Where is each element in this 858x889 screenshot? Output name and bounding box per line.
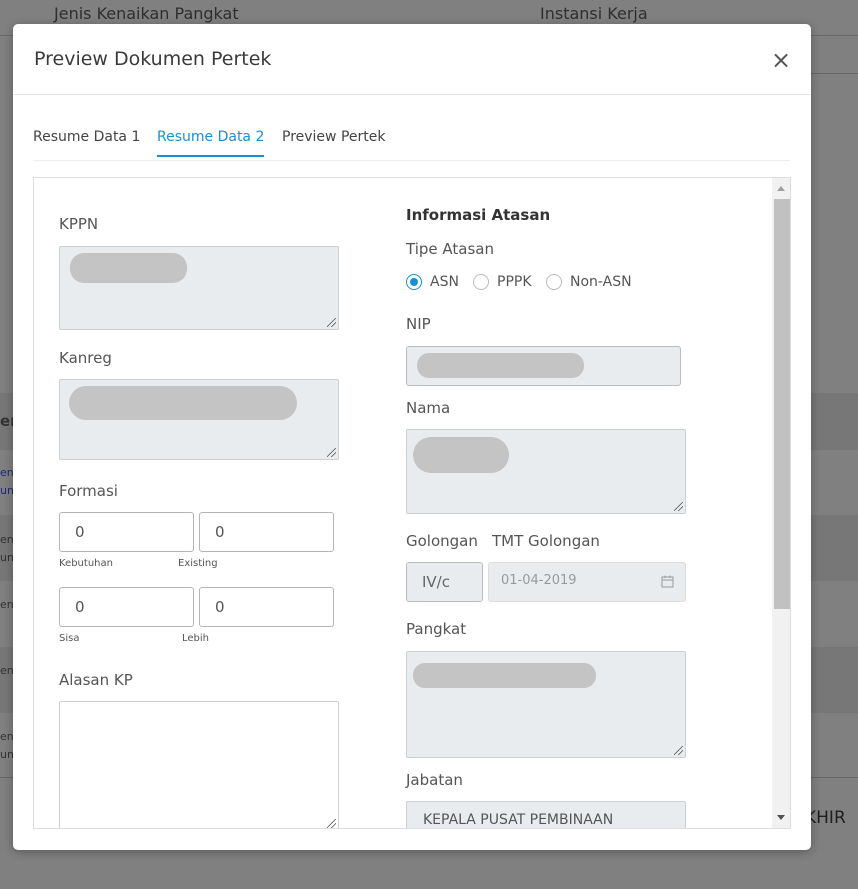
lebih-input[interactable]: 0 bbox=[199, 587, 334, 627]
informasi-atasan-heading: Informasi Atasan bbox=[406, 206, 551, 224]
scroll-down-icon[interactable] bbox=[777, 815, 785, 820]
radio-pppk-label: PPPK bbox=[497, 274, 532, 290]
nip-field[interactable] bbox=[406, 346, 681, 386]
modal-title: Preview Dokumen Pertek bbox=[34, 48, 272, 70]
kanreg-label: Kanreg bbox=[59, 349, 112, 367]
radio-non-asn-label: Non-ASN bbox=[570, 274, 632, 290]
resize-grip-icon[interactable] bbox=[327, 819, 336, 828]
modal-header: Preview Dokumen Pertek × bbox=[13, 24, 811, 95]
scroll-thumb[interactable] bbox=[774, 199, 790, 609]
background-button-fragment[interactable]: KHIR bbox=[805, 808, 846, 828]
radio-circle[interactable] bbox=[406, 274, 422, 290]
nip-label: NIP bbox=[406, 315, 431, 333]
nama-label: Nama bbox=[406, 399, 451, 417]
calendar-icon[interactable] bbox=[661, 575, 674, 588]
radio-circle[interactable] bbox=[473, 274, 489, 290]
resize-grip-icon[interactable] bbox=[327, 318, 336, 327]
content-scrollbar[interactable] bbox=[772, 178, 790, 828]
alasan-kp-label: Alasan KP bbox=[59, 671, 133, 689]
redacted-value bbox=[70, 253, 187, 283]
pangkat-label: Pangkat bbox=[406, 620, 467, 638]
radio-circle[interactable] bbox=[546, 274, 562, 290]
tmt-golongan-label: TMT Golongan bbox=[492, 532, 600, 550]
kebutuhan-input[interactable]: 0 bbox=[59, 512, 194, 552]
formasi-label: Formasi bbox=[59, 482, 118, 500]
redacted-value bbox=[69, 386, 297, 420]
redacted-value bbox=[413, 663, 596, 688]
jabatan-field[interactable]: KEPALA PUSAT PEMBINAAN bbox=[406, 801, 686, 828]
scroll-up-icon[interactable] bbox=[777, 186, 785, 191]
kebutuhan-label: Kebutuhan bbox=[59, 558, 113, 569]
redacted-value bbox=[417, 353, 584, 378]
sisa-label: Sisa bbox=[59, 633, 80, 644]
pangkat-field[interactable] bbox=[406, 651, 686, 758]
redacted-value bbox=[413, 437, 509, 473]
resize-grip-icon[interactable] bbox=[327, 448, 336, 457]
tab-bar: Resume Data 1 Resume Data 2 Preview Pert… bbox=[33, 120, 790, 161]
column-header-instansi: Instansi Kerja bbox=[540, 4, 648, 23]
tmt-golongan-value: 01-04-2019 bbox=[501, 573, 577, 588]
resize-grip-icon[interactable] bbox=[674, 502, 683, 511]
column-header-jenis: Jenis Kenaikan Pangkat bbox=[54, 4, 239, 23]
close-icon[interactable]: × bbox=[770, 48, 792, 72]
golongan-field[interactable]: IV/c bbox=[406, 562, 483, 602]
kppn-label: KPPN bbox=[59, 215, 99, 233]
tab-resume-data-1[interactable]: Resume Data 1 bbox=[33, 129, 140, 145]
tab-resume-data-2[interactable]: Resume Data 2 bbox=[157, 129, 265, 157]
radio-asn-label: ASN bbox=[430, 274, 459, 290]
tmt-golongan-field[interactable]: 01-04-2019 bbox=[488, 562, 686, 602]
alasan-kp-textarea[interactable] bbox=[59, 701, 339, 828]
lebih-label: Lebih bbox=[182, 633, 210, 644]
kanreg-field[interactable] bbox=[59, 379, 339, 460]
jabatan-label: Jabatan bbox=[406, 771, 463, 789]
sisa-input[interactable]: 0 bbox=[59, 587, 194, 627]
existing-label: Existing bbox=[178, 558, 218, 569]
tab-preview-pertek[interactable]: Preview Pertek bbox=[282, 129, 385, 145]
nama-field[interactable] bbox=[406, 429, 686, 514]
kppn-field[interactable] bbox=[59, 246, 339, 330]
background-divider bbox=[810, 73, 858, 74]
resize-grip-icon[interactable] bbox=[674, 746, 683, 755]
tab-content-panel: KPPN Kanreg Formasi 0 0 Kebutuhan Existi… bbox=[33, 177, 791, 829]
golongan-label: Golongan bbox=[406, 532, 478, 550]
existing-input[interactable]: 0 bbox=[199, 512, 334, 552]
tipe-atasan-label: Tipe Atasan bbox=[406, 240, 494, 258]
preview-dokumen-modal: Preview Dokumen Pertek × Resume Data 1 R… bbox=[13, 24, 811, 850]
